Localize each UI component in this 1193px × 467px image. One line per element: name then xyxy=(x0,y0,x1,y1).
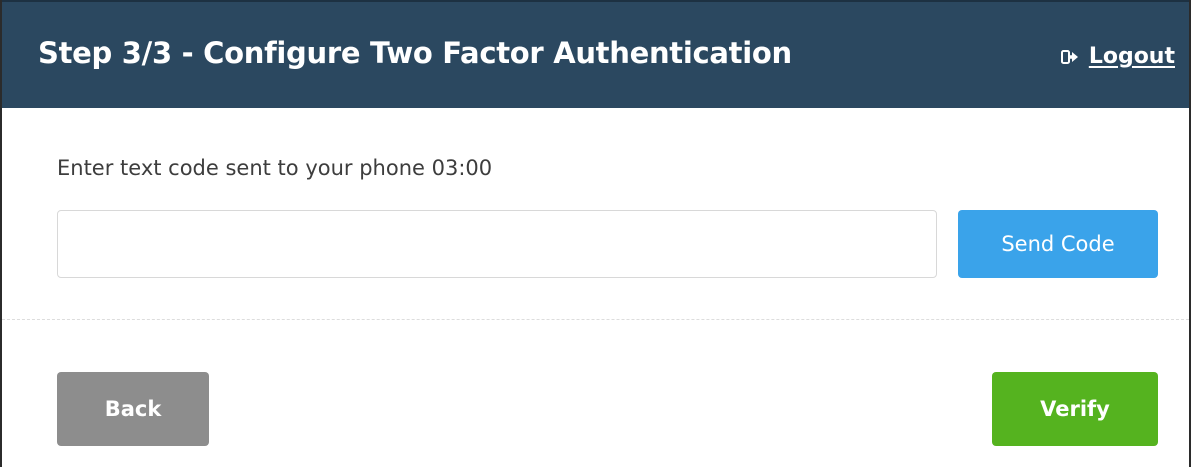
section-divider xyxy=(2,319,1189,320)
code-prompt: Enter text code sent to your phone 03:00 xyxy=(57,156,493,180)
verify-button[interactable]: Verify xyxy=(992,372,1158,446)
verification-code-input[interactable] xyxy=(57,210,937,278)
logout-link[interactable]: Logout xyxy=(1060,44,1175,69)
two-factor-dialog: Step 3/3 - Configure Two Factor Authenti… xyxy=(0,0,1191,467)
send-code-button[interactable]: Send Code xyxy=(958,210,1158,278)
dialog-header: Step 3/3 - Configure Two Factor Authenti… xyxy=(2,0,1189,108)
logout-label: Logout xyxy=(1088,44,1175,69)
sign-out-icon xyxy=(1060,49,1078,64)
page-title: Step 3/3 - Configure Two Factor Authenti… xyxy=(38,36,792,70)
back-button[interactable]: Back xyxy=(57,372,209,446)
